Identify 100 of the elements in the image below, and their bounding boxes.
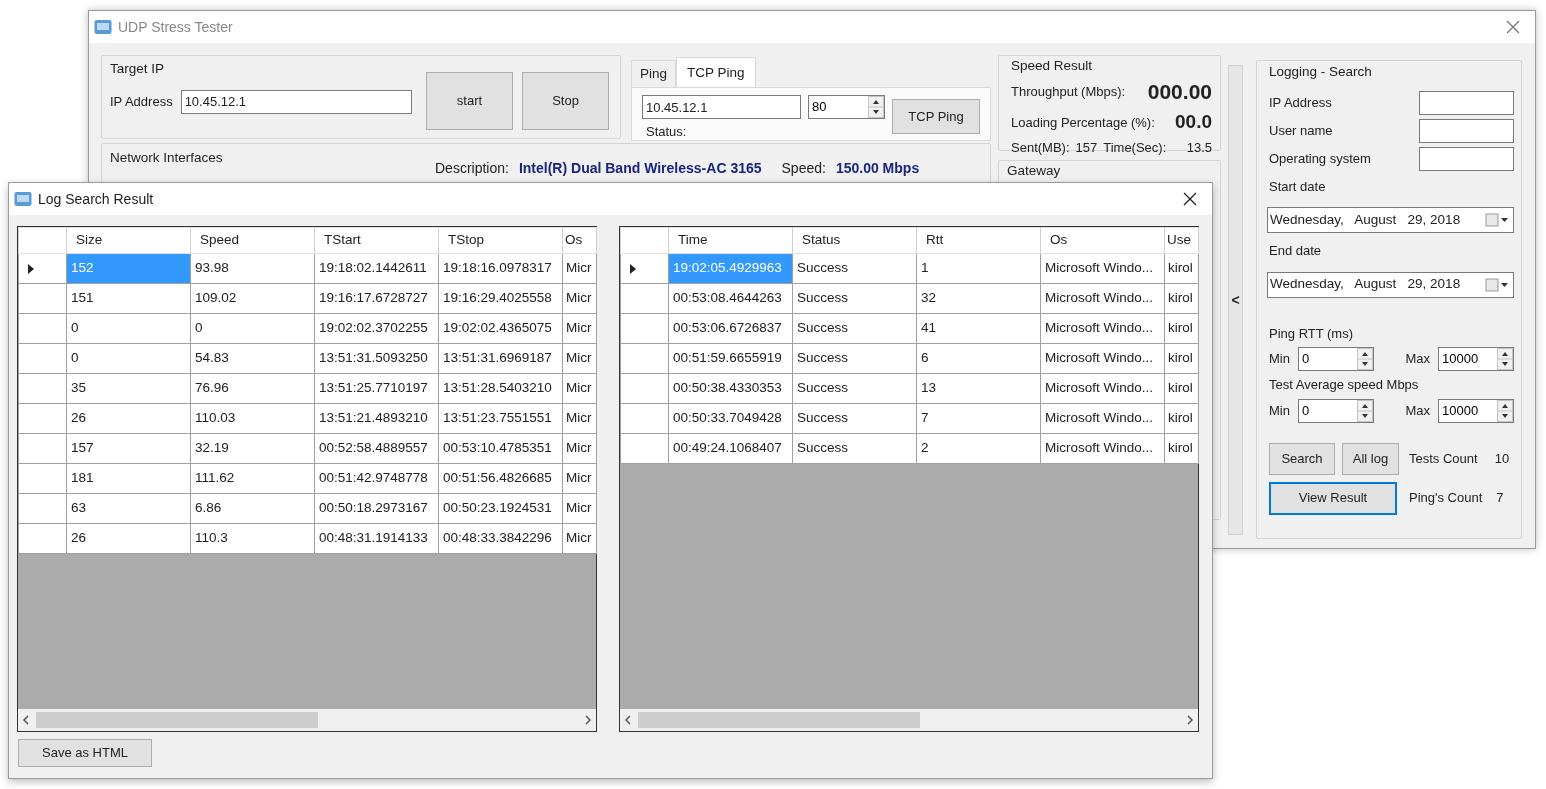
number-spinner[interactable]: 10000 — [1438, 347, 1514, 372]
result-value: 00.0 — [1175, 110, 1212, 135]
row-header[interactable] — [18, 493, 67, 524]
table-cell: 00:53:10.4785351 — [438, 433, 563, 464]
row-header — [620, 227, 669, 254]
button[interactable]: All log — [1342, 442, 1399, 475]
row-header[interactable] — [18, 433, 67, 464]
column-header[interactable]: Rtt — [916, 227, 1041, 254]
tab[interactable]: TCP Ping — [676, 56, 756, 87]
column-header[interactable]: Size — [66, 227, 191, 254]
column-header[interactable]: Use — [1164, 227, 1199, 254]
app-icon — [14, 191, 32, 207]
value-text: 13.5 — [1186, 138, 1212, 157]
column-header[interactable]: Speed — [190, 227, 315, 254]
row-header[interactable] — [18, 283, 67, 314]
table-cell: Micr — [562, 493, 597, 524]
table-cell: Microsoft Windo... — [1040, 343, 1165, 374]
table-cell: 157 — [66, 433, 191, 464]
scrollbar-thumb[interactable] — [638, 712, 920, 728]
button[interactable]: View Result — [1269, 481, 1397, 515]
search-field[interactable] — [1419, 90, 1514, 115]
spinner-arrows-icon — [1356, 348, 1373, 371]
collapse-toggle[interactable]: < — [1231, 289, 1240, 311]
date-picker[interactable]: Wednesday, August 29, 2018 — [1267, 207, 1514, 234]
row-header — [18, 227, 67, 254]
stop-button[interactable]: Stop — [522, 72, 609, 130]
interface-description: Intel(R) Dual Band Wireless-AC 3165 — [518, 159, 762, 177]
column-header[interactable]: Os — [562, 227, 597, 254]
save-as-html-button[interactable]: Save as HTML — [18, 739, 152, 767]
number-spinner[interactable]: 80 — [808, 95, 885, 119]
number-spinner[interactable]: 0 — [1297, 398, 1374, 423]
table-cell: Microsoft Windo... — [1040, 283, 1165, 314]
row-header[interactable] — [18, 253, 67, 284]
group-title: Speed Result — [1011, 57, 1094, 75]
tcp-ping-button[interactable]: TCP Ping — [892, 99, 980, 134]
column-header[interactable]: Status — [792, 227, 917, 254]
table-cell: 19:18:02.1442611 — [314, 253, 439, 284]
date-picker[interactable]: Wednesday, August 29, 2018 — [1267, 271, 1514, 298]
column-header[interactable]: TStart — [314, 227, 439, 254]
search-field[interactable] — [1419, 146, 1514, 171]
table-cell: 13:51:31.5093250 — [314, 343, 439, 374]
group-title: Gateway — [1007, 162, 1061, 180]
table-cell: 26 — [66, 403, 191, 434]
value-text: 157 — [1075, 138, 1098, 157]
row-header[interactable] — [620, 283, 669, 314]
table-cell: Success — [792, 373, 917, 404]
table-cell: 00:50:18.2973167 — [314, 493, 439, 524]
table-cell: Micr — [562, 523, 597, 554]
row-header[interactable] — [620, 253, 669, 284]
ip-address-field[interactable]: 10.45.12.1 — [180, 89, 412, 114]
start-button[interactable]: start — [426, 72, 513, 130]
column-header[interactable]: Time — [668, 227, 793, 254]
row-header[interactable] — [620, 433, 669, 464]
row-header[interactable] — [620, 373, 669, 404]
button[interactable]: Search — [1269, 442, 1335, 475]
scroll-right-icon — [584, 715, 592, 725]
table-cell: kirol — [1164, 283, 1199, 314]
spinner-arrows-icon — [1356, 399, 1373, 422]
table-cell: 110.3 — [190, 523, 315, 554]
row-header[interactable] — [620, 343, 669, 374]
scroll-right-icon — [1186, 715, 1194, 725]
tab[interactable]: Ping — [631, 59, 677, 87]
table-cell: 2 — [916, 433, 1041, 464]
table-cell: kirol — [1164, 433, 1199, 464]
row-header[interactable] — [18, 523, 67, 554]
table-cell: Microsoft Windo... — [1040, 373, 1165, 404]
row-header[interactable] — [620, 313, 669, 344]
row-header[interactable] — [18, 343, 67, 374]
field-label: Min — [1269, 401, 1290, 420]
table-cell: kirol — [1164, 343, 1199, 374]
row-header[interactable] — [18, 373, 67, 404]
table-cell: 00:50:23.1924531 — [438, 493, 563, 524]
table-cell: 13:51:28.5403210 — [438, 373, 563, 404]
number-spinner[interactable]: 0 — [1297, 347, 1374, 372]
host-field[interactable]: 10.45.12.1 — [642, 95, 801, 119]
table-cell: kirol — [1164, 313, 1199, 344]
scrollbar-thumb[interactable] — [36, 712, 318, 728]
row-header[interactable] — [18, 463, 67, 494]
row-header[interactable] — [18, 313, 67, 344]
table-cell: 109.02 — [190, 283, 315, 314]
table-cell: 13 — [916, 373, 1041, 404]
table-cell: Success — [792, 283, 917, 314]
table-cell: kirol — [1164, 253, 1199, 284]
number-spinner[interactable]: 10000 — [1438, 398, 1514, 423]
table-cell: 151 — [66, 283, 191, 314]
table-cell: 41 — [916, 313, 1041, 344]
field-label: Max — [1405, 401, 1430, 420]
field-label: Ping's Count — [1409, 489, 1483, 508]
column-header[interactable]: Os — [1040, 227, 1165, 254]
table-cell: 13:51:23.7551551 — [438, 403, 563, 434]
search-field[interactable] — [1419, 118, 1514, 143]
table-cell: 76.96 — [190, 373, 315, 404]
row-header[interactable] — [18, 403, 67, 434]
column-header[interactable]: TStop — [438, 227, 563, 254]
field-label: Description: — [435, 159, 509, 177]
table-cell: Micr — [562, 403, 597, 434]
row-header[interactable] — [620, 403, 669, 434]
range-title: Ping RTT (ms) — [1269, 324, 1355, 343]
table-cell: 1 — [916, 253, 1041, 284]
table-cell: 19:18:16.0978317 — [438, 253, 563, 284]
